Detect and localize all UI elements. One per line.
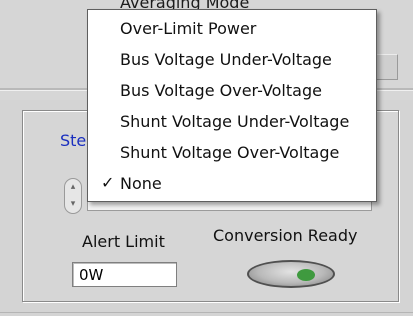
menu-item-label: None [120, 174, 162, 193]
alert-mode-dropdown-menu: Over-Limit Power Bus Voltage Under-Volta… [87, 9, 377, 202]
conversion-ready-led[interactable] [247, 260, 335, 288]
alert-limit-label: Alert Limit [82, 232, 165, 251]
menu-item-bus-voltage-under-voltage[interactable]: Bus Voltage Under-Voltage [88, 47, 376, 77]
checkmark-icon: ✓ [101, 173, 115, 192]
menu-item-label: Bus Voltage Over-Voltage [120, 81, 322, 100]
alert-limit-input[interactable] [72, 262, 177, 287]
menu-item-none[interactable]: ✓ None [88, 171, 376, 201]
menu-item-label: Shunt Voltage Under-Voltage [120, 112, 350, 131]
conversion-ready-label: Conversion Ready [213, 226, 358, 245]
spin-down-icon[interactable]: ▾ [65, 196, 81, 213]
menu-item-bus-voltage-over-voltage[interactable]: Bus Voltage Over-Voltage [88, 78, 376, 108]
menu-item-label: Bus Voltage Under-Voltage [120, 50, 332, 69]
menu-item-label: Shunt Voltage Over-Voltage [120, 143, 340, 162]
menu-item-label: Over-Limit Power [120, 19, 257, 38]
menu-item-shunt-voltage-over-voltage[interactable]: Shunt Voltage Over-Voltage [88, 140, 376, 170]
bottom-divider [0, 312, 413, 313]
menu-item-over-limit-power[interactable]: Over-Limit Power [88, 16, 376, 46]
spin-up-icon[interactable]: ▴ [65, 179, 81, 196]
increment-decrement-spinner[interactable]: ▴ ▾ [64, 178, 82, 214]
menu-item-shunt-voltage-under-voltage[interactable]: Shunt Voltage Under-Voltage [88, 109, 376, 139]
group-label: Ste [60, 131, 87, 150]
